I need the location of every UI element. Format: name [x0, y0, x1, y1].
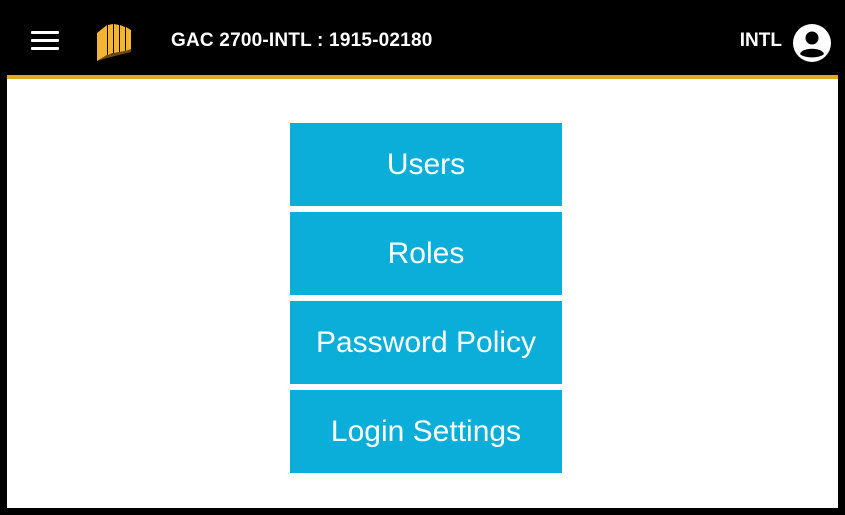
app-frame: GAC 2700-INTL : 1915-02180 INTL Users Ro…	[0, 0, 845, 515]
login-settings-button[interactable]: Login Settings	[290, 390, 562, 473]
menu-line	[31, 31, 59, 34]
password-policy-button[interactable]: Password Policy	[290, 301, 562, 384]
roles-button[interactable]: Roles	[290, 212, 562, 295]
user-label: INTL	[739, 30, 782, 51]
menu-line	[31, 39, 59, 42]
settings-menu: Users Roles Password Policy Login Settin…	[290, 123, 562, 479]
menu-line	[31, 47, 59, 50]
top-bar: GAC 2700-INTL : 1915-02180 INTL	[7, 7, 838, 79]
company-logo	[97, 24, 131, 61]
users-button[interactable]: Users	[290, 123, 562, 206]
device-title: GAC 2700-INTL : 1915-02180	[171, 30, 433, 51]
hamburger-menu-icon[interactable]	[31, 29, 59, 51]
account-circle-icon[interactable]	[792, 23, 832, 63]
